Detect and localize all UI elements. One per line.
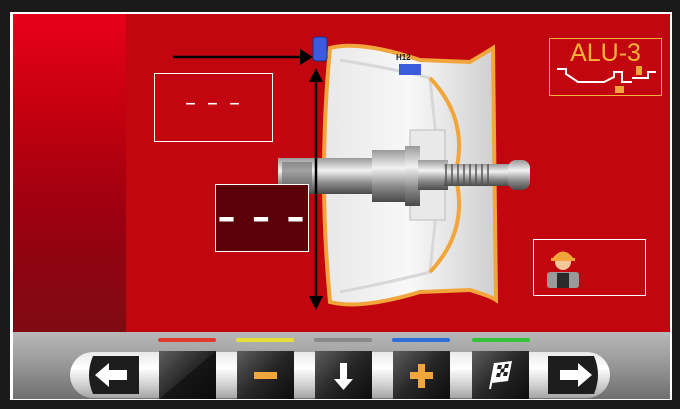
minus-icon [254, 372, 277, 379]
arrow-down-icon [334, 363, 353, 390]
distance-arrow-head [300, 49, 313, 65]
indicator-gray [314, 338, 372, 342]
rim-position-marker [399, 64, 421, 75]
program-selector[interactable]: ALU-3 [549, 38, 662, 96]
plus-icon [410, 364, 433, 388]
minus-button[interactable] [237, 351, 294, 399]
plus-button[interactable] [393, 351, 450, 399]
diameter-value: – – – [217, 197, 307, 238]
screen: – – – – – – H12 ALU-3 [0, 0, 680, 409]
finish-button[interactable] [472, 351, 529, 399]
down-button[interactable] [315, 351, 372, 399]
back-button[interactable] [83, 352, 141, 398]
diameter-input-box[interactable]: – – – [215, 184, 309, 252]
blank-button[interactable] [159, 351, 216, 399]
checkered-flag-icon [489, 361, 512, 390]
measure-arm-marker [312, 36, 328, 62]
distance-input-box[interactable]: – – – [154, 73, 273, 142]
indicator-blue [392, 338, 450, 342]
indicator-red [158, 338, 216, 342]
rim-position-label: H12 [396, 53, 411, 62]
program-label: ALU-3 [570, 39, 641, 67]
distance-value: – – – [185, 91, 242, 116]
indicator-yellow [236, 338, 294, 342]
indicator-green [472, 338, 530, 342]
operator-selector[interactable] [533, 239, 646, 296]
next-button[interactable] [546, 352, 604, 398]
